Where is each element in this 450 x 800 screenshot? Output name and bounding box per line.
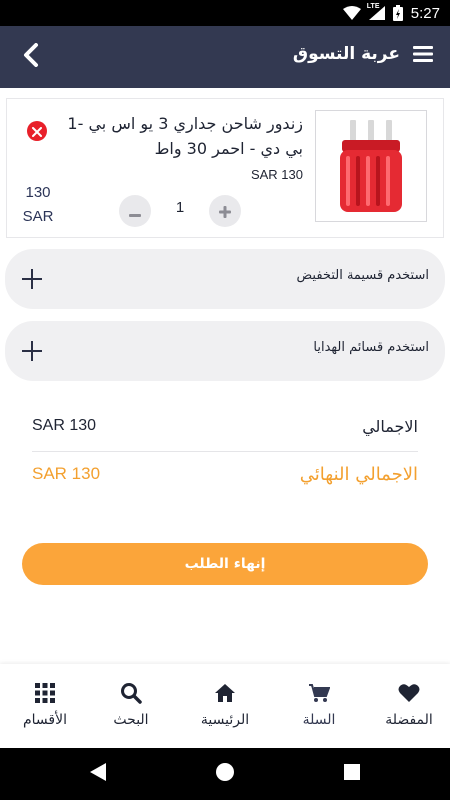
system-recents-button[interactable] [338, 760, 366, 788]
heart-icon [364, 680, 450, 706]
close-circle-icon [32, 122, 42, 141]
quantity-decrease-button[interactable] [119, 195, 151, 227]
status-bar: LTE 5:27 [0, 0, 450, 26]
product-name[interactable]: زندور شاحن جداري 3 يو اس بي -1 بي دي - ا… [53, 111, 303, 161]
lte-signal-icon: LTE [366, 3, 385, 20]
minus-icon [129, 199, 141, 224]
coupon-label: استخدم قسيمة التخفيض [296, 268, 430, 283]
final-total-value: SAR 130 [32, 464, 101, 483]
expand-plus-icon[interactable] [21, 268, 43, 290]
app-bar: عربة التسوق [0, 26, 450, 88]
nav-label-favorites: المفضلة [385, 712, 433, 728]
quantity-value: 1 [175, 199, 185, 216]
line-total-currency: SAR [22, 208, 54, 225]
clock: 5:27 [410, 4, 440, 22]
quantity-increase-button[interactable] [209, 195, 241, 227]
product-price: SAR 130 [250, 167, 303, 182]
system-home-button[interactable] [211, 760, 239, 788]
nav-item-search[interactable]: البحث [86, 680, 176, 728]
nav-label-search: البحث [113, 712, 149, 728]
coupon-row[interactable]: استخدم قسيمة التخفيض [5, 249, 445, 309]
battery-icon [392, 5, 403, 21]
search-icon [86, 680, 176, 706]
back-button[interactable] [14, 40, 48, 74]
total-row: الاجمالي SAR 130 [32, 412, 418, 452]
nav-label-cart: السلة [302, 712, 336, 728]
final-total-label: الاجمالي النهائي [299, 464, 418, 485]
nav-item-home[interactable]: الرئيسية [180, 680, 270, 728]
nav-item-favorites[interactable]: المفضلة [364, 680, 450, 728]
nav-item-cart[interactable]: السلة [274, 680, 364, 728]
triangle-back-icon [89, 762, 107, 786]
remove-item-button[interactable] [27, 121, 47, 141]
menu-button[interactable] [412, 44, 438, 70]
cart-icon [274, 680, 364, 706]
grid-icon [0, 680, 90, 706]
nav-label-categories: الأقسام [23, 712, 67, 728]
status-icons: LTE 5:27 [342, 0, 440, 26]
plus-icon [219, 199, 231, 224]
circle-home-icon [215, 762, 235, 786]
wifi-icon [342, 6, 361, 20]
total-value: SAR 130 [32, 417, 97, 434]
bottom-nav: الأقسام البحث الرئيسية السلة المفضلة [0, 664, 450, 748]
nav-item-categories[interactable]: الأقسام [0, 680, 90, 728]
product-image[interactable] [315, 110, 427, 222]
system-nav-bar [0, 748, 450, 800]
cart-item: زندور شاحن جداري 3 يو اس بي -1 بي دي - ا… [6, 98, 444, 238]
gift-voucher-label: استخدم قسائم الهدايا [313, 340, 429, 355]
hamburger-menu-icon [412, 46, 434, 68]
checkout-button[interactable]: إنهاء الطلب [22, 543, 428, 585]
line-total-value: 130 [25, 184, 51, 201]
network-type: LTE [366, 3, 380, 10]
chevron-left-icon [21, 43, 41, 71]
system-back-button[interactable] [84, 760, 112, 788]
charger-illustration [340, 120, 402, 212]
expand-plus-icon[interactable] [21, 340, 43, 362]
home-icon [180, 680, 270, 706]
square-recents-icon [343, 763, 361, 785]
page-title: عربة التسوق [292, 44, 400, 64]
total-label: الاجمالي [362, 417, 418, 436]
nav-label-home: الرئيسية [200, 712, 250, 728]
final-total-row: الاجمالي النهائي SAR 130 [32, 460, 418, 500]
line-total: 130 SAR [21, 181, 55, 229]
gift-voucher-row[interactable]: استخدم قسائم الهدايا [5, 321, 445, 381]
